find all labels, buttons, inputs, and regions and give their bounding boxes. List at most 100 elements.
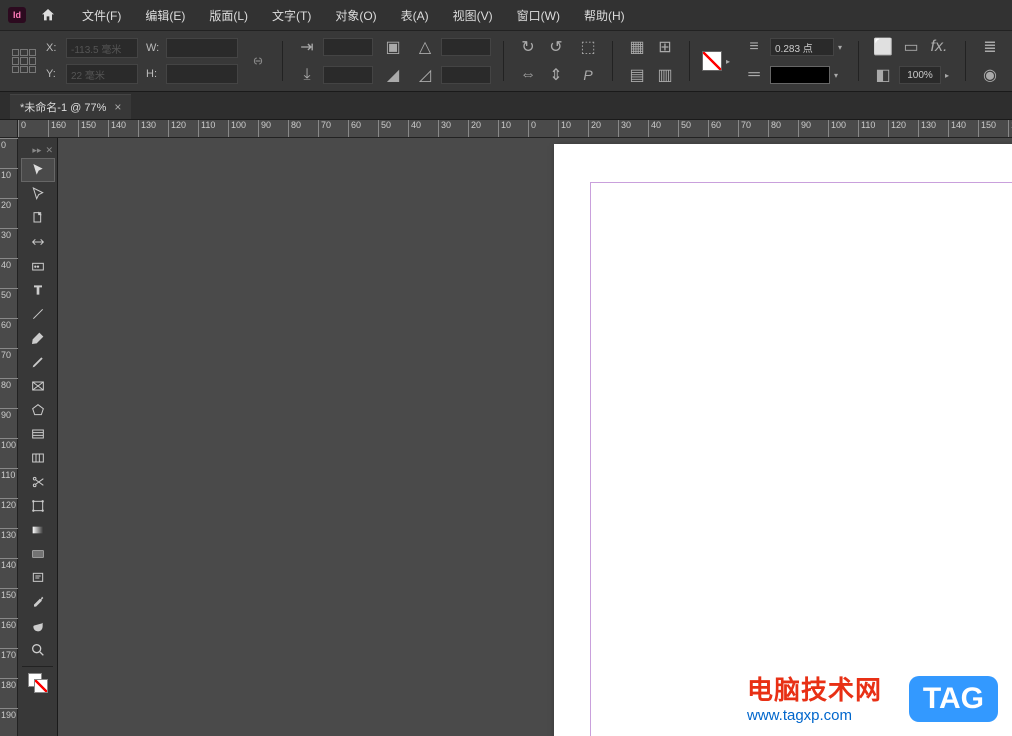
gradient-feather-tool[interactable] [21,542,55,566]
scissors-tool[interactable] [21,470,55,494]
free-transform-tool[interactable] [21,494,55,518]
flip-vertical-icon[interactable]: ⇕ [544,63,568,87]
ruler-tick: 130 [918,120,936,138]
y-input[interactable]: 22 毫米 [66,64,138,84]
shear-icon[interactable]: △ [413,35,437,59]
home-icon[interactable] [38,5,58,25]
pen-tool[interactable] [21,326,55,350]
flip-h-icon[interactable]: ⇥ [295,35,319,59]
pencil-tool[interactable] [21,350,55,374]
angle-icon[interactable]: ◿ [413,63,437,87]
menu-layout[interactable]: 版面(L) [199,3,258,28]
stroke-weight-input[interactable]: 0.283 点 [770,38,834,56]
shear-input[interactable] [441,66,491,84]
hand-tool[interactable] [21,614,55,638]
align-icon-3[interactable]: ▤ [625,63,649,87]
ruler-tick: 190 [0,708,18,720]
menubar: Id 文件(F) 编辑(E) 版面(L) 文字(T) 对象(O) 表(A) 视图… [0,0,1012,30]
preview-icon[interactable]: ◉ [978,63,1002,87]
scale-y-input[interactable] [323,66,373,84]
menu-type[interactable]: 文字(T) [262,3,321,28]
link-icon[interactable]: ▣ [381,35,405,59]
note-tool[interactable] [21,566,55,590]
w-label: W: [146,42,162,54]
corner-icon[interactable]: ⬜ [871,35,895,59]
menu-view[interactable]: 视图(V) [443,3,503,28]
control-bar: X:-113.5 毫米 Y:22 毫米 W: H: ⇥ ⤓ ▣ ◢ △ ◿ ↻ … [0,30,1012,92]
constrain-icon[interactable] [246,49,270,73]
opacity-input[interactable]: 100% [899,66,941,84]
text-wrap-icon[interactable]: ≣ [978,35,1002,59]
page-tool[interactable] [21,206,55,230]
ruler-tick: 120 [168,120,186,138]
ruler-tick: 10 [498,120,511,138]
vertical-grid-tool[interactable] [21,446,55,470]
menu-file[interactable]: 文件(F) [72,3,131,28]
ruler-tick: 150 [978,120,996,138]
menu-window[interactable]: 窗口(W) [507,3,570,28]
ruler-tick: 140 [948,120,966,138]
ruler-tick: 90 [798,120,811,138]
gradient-swatch-tool[interactable] [21,518,55,542]
gap-tool[interactable] [21,230,55,254]
align-icon-2[interactable]: ⊞ [653,35,677,59]
reference-point-grid[interactable] [10,47,38,75]
menu-edit[interactable]: 编辑(E) [135,3,195,28]
select-container-icon[interactable]: ⬚ [576,35,600,59]
workspace: 0102030405060708090100110120130140150160… [0,138,1012,736]
ruler-origin[interactable] [0,120,18,138]
vertical-ruler[interactable]: 0102030405060708090100110120130140150160… [0,138,18,736]
direct-selection-tool[interactable] [21,182,55,206]
ruler-tick: 100 [828,120,846,138]
type-tool[interactable] [21,278,55,302]
w-input[interactable] [166,38,238,58]
ruler-tick: 80 [0,378,18,390]
p-icon[interactable]: P [576,63,600,87]
rotate-ccw-icon[interactable]: ↺ [544,35,568,59]
align-icon-1[interactable]: ▦ [625,35,649,59]
fill-dropdown[interactable]: ▸ [726,57,734,66]
effects-icon[interactable]: ▭ [899,35,923,59]
menu-object[interactable]: 对象(O) [325,3,386,28]
zoom-tool[interactable] [21,638,55,662]
page[interactable] [554,144,1012,736]
scale-x-input[interactable] [323,38,373,56]
horizontal-ruler[interactable]: 0160150140130120110100908070605040302010… [18,120,1012,138]
menu-help[interactable]: 帮助(H) [574,3,635,28]
close-tab-icon[interactable]: × [114,100,121,114]
ruler-tick: 110 [0,468,18,480]
flip-v-icon[interactable]: ⤓ [295,63,319,87]
rotate-icon[interactable]: ◢ [381,63,405,87]
canvas[interactable]: 电脑技术网 www.tagxp.com TAG [58,138,1012,736]
ruler-tick: 50 [0,288,18,300]
selection-tool[interactable] [21,158,55,182]
fill-swatch[interactable] [702,51,722,71]
ruler-tick: 30 [0,228,18,240]
ellipse-tool[interactable] [21,398,55,422]
rotate-cw-icon[interactable]: ↻ [516,35,540,59]
flip-horizontal-icon[interactable]: ⇔ [516,63,540,87]
ruler-tick: 20 [588,120,601,138]
ruler-tick: 150 [0,588,18,600]
menu-table[interactable]: 表(A) [391,3,439,28]
content-collector-tool[interactable] [21,254,55,278]
rotate-input[interactable] [441,38,491,56]
eyedropper-tool[interactable] [21,590,55,614]
fill-stroke-swap[interactable] [21,671,55,695]
h-input[interactable] [166,64,238,84]
rectangle-frame-tool[interactable] [21,374,55,398]
ruler-tick: 100 [228,120,246,138]
ruler-tick: 40 [408,120,421,138]
ruler-tick: 30 [618,120,631,138]
align-icon-4[interactable]: ▥ [653,63,677,87]
panel-collapse[interactable]: ▸▸✕ [18,142,57,158]
line-tool[interactable] [21,302,55,326]
x-input[interactable]: -113.5 毫米 [66,38,138,58]
horizontal-grid-tool[interactable] [21,422,55,446]
app-icon: Id [8,7,26,23]
document-tab[interactable]: *未命名-1 @ 77% × [10,94,131,119]
opacity-icon: ◧ [871,63,895,87]
fx-icon[interactable]: fx. [927,35,951,59]
ruler-tick: 70 [0,348,18,360]
stroke-style-input[interactable] [770,66,830,84]
